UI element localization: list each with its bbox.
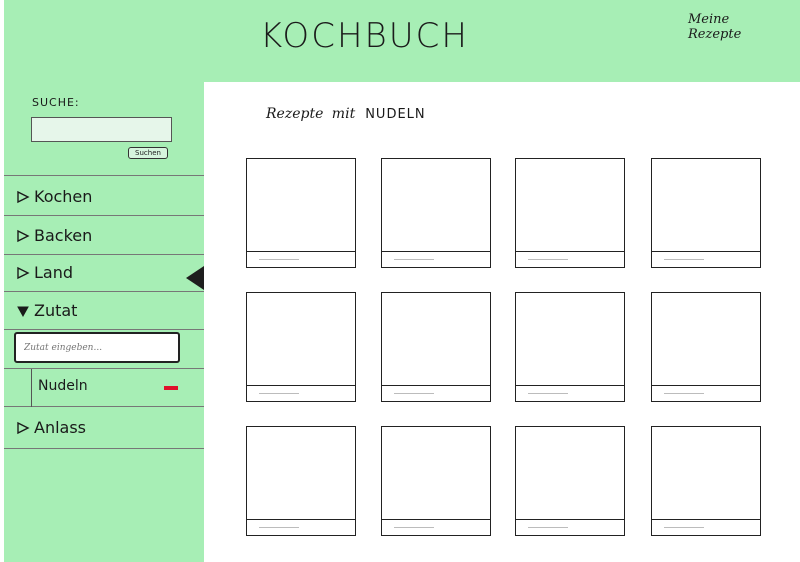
recipe-card-caption (652, 385, 760, 401)
results-heading: Rezepte mit NUDELN (266, 106, 426, 122)
sidebar-item-backen[interactable]: Backen (4, 217, 204, 255)
recipe-card-caption (382, 519, 490, 535)
recipe-card[interactable] (651, 158, 761, 268)
sidebar-item-anlass[interactable]: Anlass (4, 407, 204, 449)
triangle-right-icon (17, 190, 30, 203)
sidebar-item-land[interactable]: Land (4, 254, 204, 292)
sidebar-item-label: Zutat (34, 301, 78, 320)
recipe-card[interactable] (515, 426, 625, 536)
recipe-card-caption (516, 251, 624, 267)
triangle-right-icon (17, 266, 30, 279)
recipe-card[interactable] (651, 426, 761, 536)
recipe-card-caption (247, 385, 355, 401)
recipe-card[interactable] (381, 426, 491, 536)
app-title: KOCHBUCH (260, 16, 469, 56)
recipe-card[interactable] (246, 426, 356, 536)
recipe-card[interactable] (381, 292, 491, 402)
sidebar-item-label: Land (34, 263, 74, 282)
sidebar-item-label: Kochen (34, 187, 93, 206)
selected-ingredient-label: Nudeln (38, 378, 88, 394)
triangle-right-icon (17, 229, 30, 242)
app-header: KOCHBUCH Meine Rezepte (4, 0, 800, 82)
collapse-sidebar-handle-icon[interactable] (186, 266, 204, 290)
results-heading-keyword: NUDELN (365, 107, 426, 122)
remove-ingredient-button[interactable] (164, 386, 178, 390)
sidebar-item-label: Backen (34, 226, 93, 245)
recipe-card[interactable] (381, 158, 491, 268)
recipe-card[interactable] (246, 292, 356, 402)
selected-ingredient: Nudeln (4, 369, 204, 407)
search-panel: SUCHE: Suchen (4, 82, 204, 176)
recipe-card[interactable] (651, 292, 761, 402)
recipe-card[interactable] (246, 158, 356, 268)
sidebar-item-zutat[interactable]: Zutat (4, 292, 204, 330)
search-button[interactable]: Suchen (128, 147, 168, 159)
recipe-card[interactable] (515, 292, 625, 402)
zutat-input[interactable] (14, 332, 180, 363)
tree-line (31, 369, 32, 407)
recipe-card-caption (652, 519, 760, 535)
recipe-card-caption (247, 519, 355, 535)
results-heading-prefix: Rezepte mit (266, 106, 356, 122)
my-recipes-link[interactable]: Meine Rezepte (688, 12, 758, 42)
sidebar-item-label: Anlass (34, 418, 87, 437)
results-area: Rezepte mit NUDELN (204, 82, 800, 562)
recipe-card-caption (652, 251, 760, 267)
recipe-card-caption (516, 385, 624, 401)
recipe-card-caption (516, 519, 624, 535)
recipe-card-caption (382, 385, 490, 401)
search-input[interactable] (31, 117, 172, 142)
triangle-down-icon (17, 306, 29, 317)
triangle-right-icon (17, 421, 30, 434)
sidebar: SUCHE: Suchen Kochen Backen Land Zutat N… (4, 82, 204, 562)
zutat-input-row (4, 329, 204, 369)
recipe-card-caption (247, 251, 355, 267)
recipe-card[interactable] (515, 158, 625, 268)
sidebar-item-kochen[interactable]: Kochen (4, 178, 204, 216)
recipe-card-caption (382, 251, 490, 267)
search-label: SUCHE: (32, 96, 80, 109)
